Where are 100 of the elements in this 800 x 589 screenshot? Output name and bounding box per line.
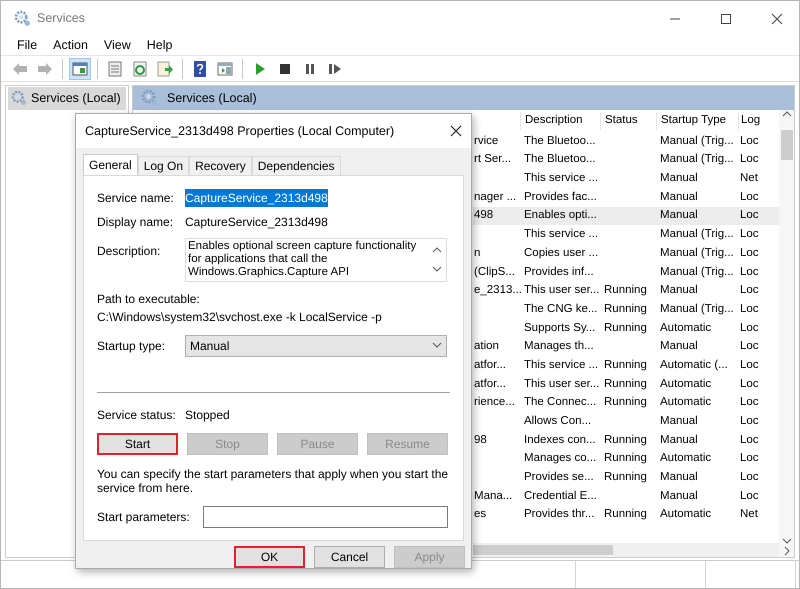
table-row[interactable]: es Provides thr... Running Automatic Net: [473, 506, 779, 524]
table-cell: Loc: [740, 434, 759, 446]
tab[interactable]: Log On: [138, 156, 190, 175]
gear-icon: [141, 89, 159, 107]
table-cell: Loc: [740, 134, 759, 147]
table-cell: Manual: [660, 209, 698, 222]
table-cell: Loc: [740, 490, 759, 502]
chevron-down-icon: [432, 342, 442, 350]
table-row[interactable]: e_2313... This user ser... Running Manual Loc: [473, 282, 779, 300]
field-label: Startup type:: [97, 338, 166, 355]
table-cell: nager ...: [474, 190, 516, 203]
table-row[interactable]: atfor... This service ... Running Automatic (... Loc: [473, 356, 779, 375]
tab[interactable]: Recovery: [189, 156, 252, 175]
field-label: Path to executable:: [97, 290, 201, 308]
field-value: Stopped: [185, 406, 230, 424]
pane-title: Services (Local): [167, 90, 257, 107]
button[interactable]: OK: [234, 546, 305, 568]
table-cell: rvice: [474, 134, 498, 147]
tree-item[interactable]: Services (Local): [8, 87, 126, 110]
table-row[interactable]: This service ... Manual (Trig... Loc: [473, 225, 779, 244]
field-value[interactable]: CaptureService_2313d498: [185, 188, 328, 207]
input-field[interactable]: [203, 506, 448, 528]
field-label: Display name:: [97, 214, 174, 231]
table-cell: Manual (Trig...: [660, 302, 734, 315]
table-cell: Automatic: [660, 452, 712, 464]
field-label: Service name:: [97, 190, 175, 207]
table-row[interactable]: The CNG ke... Running Manual (Trig... Loc: [473, 300, 779, 319]
toolbar-button[interactable]: [69, 58, 91, 80]
table-cell: Running: [604, 284, 647, 296]
table-cell: atfor...: [474, 378, 506, 390]
table-cell: Provides se...: [524, 471, 594, 484]
menu-item[interactable]: View: [96, 36, 139, 55]
table-cell: This user ser...: [524, 378, 600, 390]
table-row[interactable]: atfor... This user ser... Running Automatic Loc: [473, 374, 779, 394]
table-cell: Loc: [740, 284, 759, 296]
table-cell: Manual: [660, 415, 698, 428]
field-label: Start parameters:: [97, 508, 191, 526]
table-cell: rt Ser...: [474, 153, 512, 166]
table-cell: Net: [740, 508, 758, 520]
table-cell: Credential E...: [524, 490, 597, 502]
table-row[interactable]: rvice The Bluetoo... Manual (Trig... Loc: [473, 132, 779, 151]
table-cell: Running: [604, 358, 647, 371]
table-cell: This user ser...: [524, 284, 600, 296]
text-area[interactable]: Enables optional screen capture functionality for applications that call the Windows.Graphics.Capture API: [185, 238, 447, 282]
table-row[interactable]: 98 Indexes con... Running Manual Loc: [473, 431, 779, 450]
horizontal-scrollbar[interactable]: [473, 543, 779, 557]
table-cell: (ClipS...: [474, 266, 515, 278]
table-cell: e_2313...: [474, 284, 522, 296]
tab[interactable]: Dependencies: [252, 156, 340, 175]
table-cell: Net: [740, 172, 758, 184]
table-cell: The Connec...: [524, 396, 596, 408]
table-cell: Running: [604, 508, 647, 520]
export-icon: [156, 60, 174, 78]
menu-item[interactable]: File: [9, 36, 46, 55]
column-header[interactable]: Log: [738, 112, 760, 130]
menu-item[interactable]: Action: [45, 36, 96, 55]
table-cell: Automatic: [660, 508, 712, 520]
table-row[interactable]: n Copies user ... Manual (Trig... Loc: [473, 244, 779, 263]
table-cell: The CNG ke...: [524, 302, 598, 315]
column-header[interactable]: Status: [600, 112, 656, 130]
table-cell: Running: [604, 322, 647, 334]
table-row[interactable]: This service ... Manual Net: [473, 169, 779, 188]
field-value[interactable]: CaptureService_2313d498: [185, 212, 328, 231]
scrollbar-thumb[interactable]: [473, 545, 613, 555]
table-row[interactable]: ation Manages th... Manual Loc: [473, 338, 779, 356]
table-cell: Manual (Trig...: [660, 228, 734, 240]
table-row[interactable]: Manages co... Running Automatic Loc: [473, 450, 779, 468]
column-header[interactable]: Startup Type: [656, 112, 738, 130]
table-cell: Manual: [660, 434, 698, 446]
table-row[interactable]: 498 Enables opti... Manual Loc: [473, 206, 779, 226]
vertical-scrollbar[interactable]: [779, 110, 794, 557]
table-cell: Running: [604, 378, 647, 390]
table-cell: Manual (Trig...: [660, 153, 734, 166]
table-cell: Provides thr...: [524, 508, 594, 520]
table-row[interactable]: rience... The Connec... Running Automatic Loc: [473, 394, 779, 412]
scrollbar-thumb[interactable]: [780, 130, 792, 160]
table-row[interactable]: Mana... Credential E... Manual Loc: [473, 487, 779, 506]
table-cell: Supports Sy...: [524, 322, 596, 334]
button[interactable]: Start: [97, 432, 178, 455]
table-row[interactable]: nager ... Provides fac... Manual Loc: [473, 188, 779, 207]
table-row[interactable]: Supports Sy... Running Automatic Loc: [473, 318, 779, 338]
column-header[interactable]: Description: [520, 112, 600, 130]
table-row[interactable]: Allows Con... Manual Loc: [473, 412, 779, 431]
button[interactable]: Cancel: [314, 546, 385, 568]
close-icon: [450, 124, 462, 137]
table-cell: Manual: [660, 284, 698, 296]
table-cell: Running: [604, 452, 647, 464]
table-cell: n: [474, 246, 480, 259]
table-cell: Manual (Trig...: [660, 246, 734, 259]
tab[interactable]: General: [83, 154, 138, 175]
table-cell: 498: [474, 209, 494, 222]
table-row[interactable]: (ClipS... Provides inf... Manual (Trig... Loc: [473, 262, 779, 282]
dropdown[interactable]: Manual: [185, 334, 447, 357]
panel-icon: [71, 60, 89, 78]
table-cell: Automatic (...: [660, 358, 728, 371]
menu-item[interactable]: Help: [138, 36, 180, 55]
table-row[interactable]: rt Ser... The Bluetoo... Manual (Trig... Loc: [473, 150, 779, 170]
field-value: C:\Windows\system32\svchost.exe -k LocalService -p: [97, 308, 383, 326]
table-row[interactable]: Provides se... Running Manual Loc: [473, 468, 779, 488]
table-cell: Running: [604, 434, 647, 446]
